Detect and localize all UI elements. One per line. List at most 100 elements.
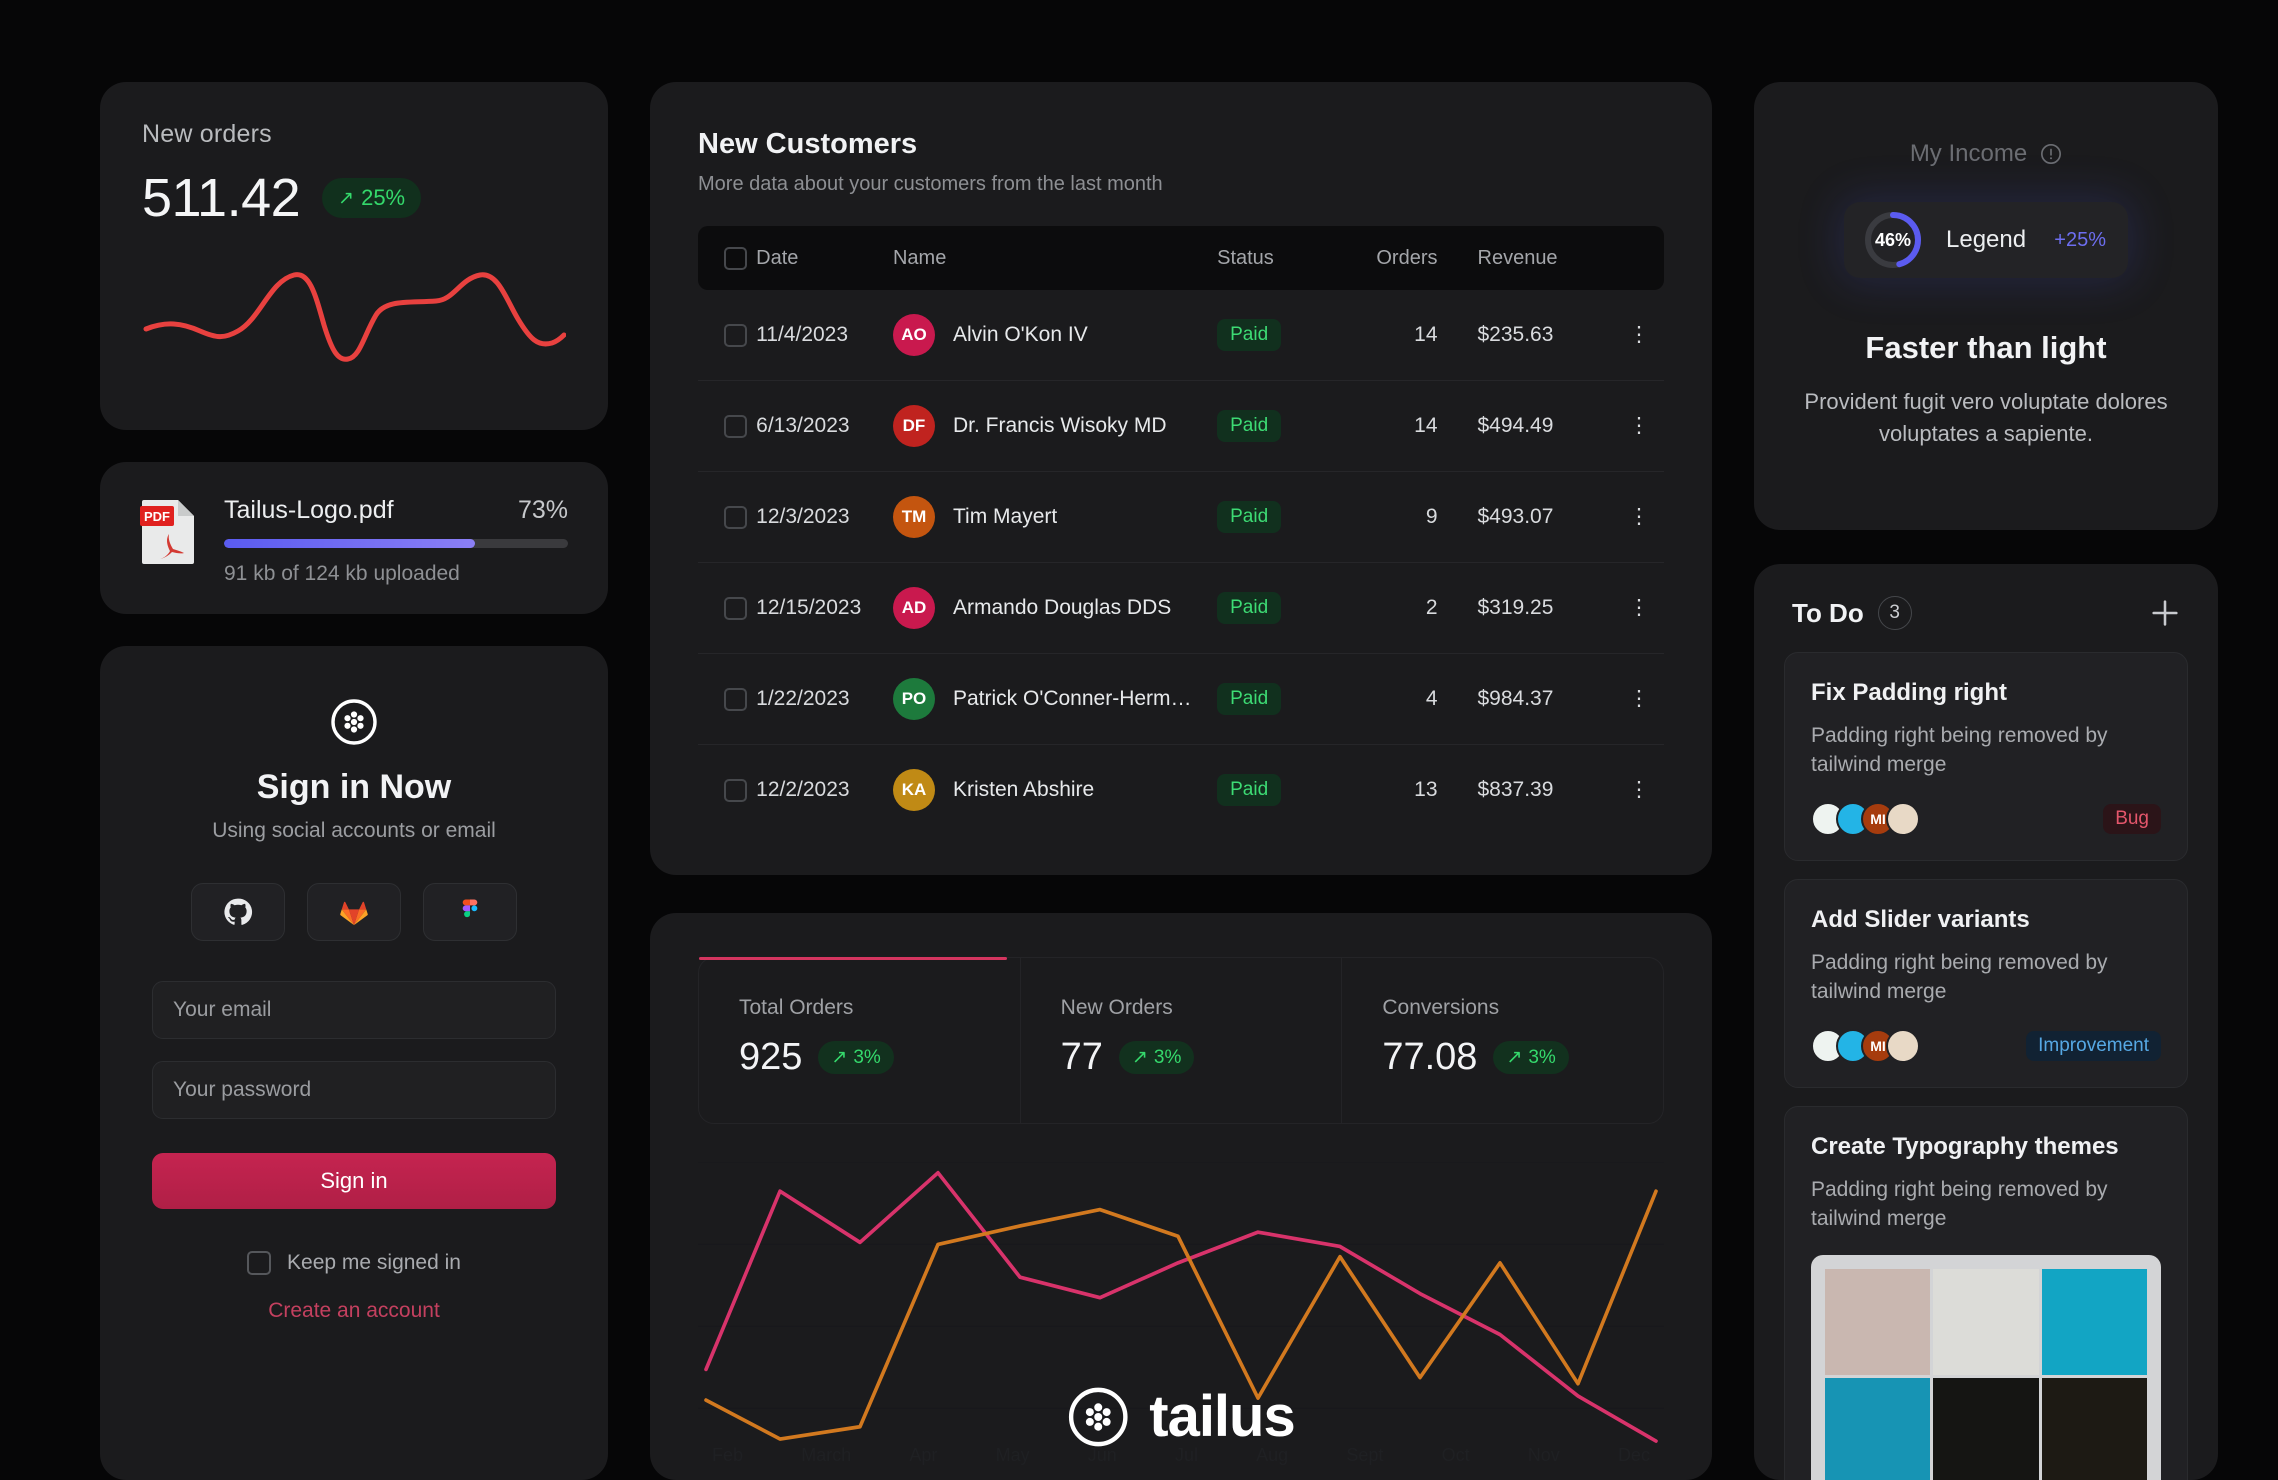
gallery-image[interactable] — [1933, 1377, 2039, 1480]
row-checkbox[interactable] — [724, 596, 747, 620]
month-tick-label: Apr — [909, 1445, 938, 1465]
table-row[interactable]: 11/4/2023 AO Alvin O'Kon IV Paid 14 $235.63 ⋮ — [698, 290, 1664, 381]
assignee-avatar-stack[interactable]: MI — [1811, 1028, 1920, 1063]
stat-label: New Orders — [1060, 996, 1173, 1019]
row-select-cell[interactable] — [698, 472, 756, 563]
kebab-menu-icon[interactable]: ⋮ — [1614, 290, 1664, 381]
dashboard-root: New orders 511.42 ↗ 25% PDF Tailus-Logo.… — [0, 0, 2278, 1480]
file-upload-card: PDF Tailus-Logo.pdf 73% 91 kb of 124 kb … — [100, 462, 608, 614]
kebab-menu-icon[interactable]: ⋮ — [1614, 654, 1664, 745]
month-tick-label: Oct — [1441, 1445, 1470, 1465]
kebab-menu-icon[interactable]: ⋮ — [1614, 563, 1664, 654]
create-account-link[interactable]: Create an account — [268, 1299, 440, 1323]
row-select-cell[interactable] — [698, 290, 756, 381]
income-description: Provident fugit vero voluptate dolores v… — [1804, 389, 2168, 446]
todo-item[interactable]: Add Slider variants Padding right being r… — [1784, 878, 2188, 1088]
row-checkbox[interactable] — [724, 778, 747, 802]
kebab-menu-icon[interactable]: ⋮ — [1614, 472, 1664, 563]
gallery-image[interactable] — [1825, 1269, 1931, 1375]
row-select-cell[interactable] — [698, 381, 756, 472]
stat-delta-value: 3% — [853, 1046, 881, 1068]
column-header-revenue[interactable]: Revenue — [1478, 226, 1615, 290]
stat-label: Conversions — [1382, 996, 1500, 1019]
todo-item-title: Fix Padding right — [1811, 679, 2007, 706]
row-select-cell[interactable] — [698, 563, 756, 654]
avatar: AD — [892, 587, 935, 629]
stat-delta-badge: ↗ 3% — [818, 1041, 894, 1074]
email-field[interactable] — [152, 981, 556, 1039]
svg-text:PDF: PDF — [144, 509, 170, 524]
todo-item-title: Create Typography themes — [1811, 1132, 2119, 1160]
todo-item[interactable]: Create Typography themes Padding right be… — [1784, 1105, 2188, 1480]
row-checkbox[interactable] — [724, 414, 747, 438]
status-badge: Paid — [1217, 592, 1282, 624]
customer-name: Armando Douglas DDS — [952, 596, 1172, 619]
cell-name: PO Patrick O'Conner-Herma… — [892, 654, 1217, 745]
table-row[interactable]: 12/3/2023 TM Tim Mayert Paid 9 $493.07 ⋮ — [698, 472, 1664, 563]
table-row[interactable]: 12/2/2023 KA Kristen Abshire Paid 13 $837.39 ⋮ — [698, 745, 1664, 836]
customer-name: Kristen Abshire — [952, 778, 1095, 801]
avatar: TM — [892, 496, 935, 538]
stat-delta-value: 3% — [1153, 1046, 1182, 1068]
assignee-avatar-stack[interactable]: MI — [1811, 801, 1920, 836]
kebab-menu-icon[interactable]: ⋮ — [1614, 745, 1664, 836]
sign-in-button[interactable]: Sign in — [152, 1153, 556, 1209]
customer-name: Tim Mayert — [952, 505, 1058, 528]
cell-orders: 9 — [1425, 505, 1438, 528]
todo-item-description: Padding right being removed by tailwind … — [1811, 950, 2108, 1004]
gitlab-signin-button[interactable] — [307, 883, 401, 941]
column-header-name[interactable]: Name — [893, 226, 1217, 290]
income-delta-label: +25% — [2054, 228, 2106, 251]
month-tick-label: Nov — [1527, 1445, 1560, 1465]
gallery-image[interactable] — [2041, 1377, 2148, 1480]
keep-signed-in-checkbox[interactable] — [247, 1251, 272, 1275]
income-donut-percent: 46% — [1874, 229, 1912, 250]
select-all-header[interactable] — [698, 226, 756, 290]
column-header-orders[interactable]: Orders — [1356, 226, 1478, 290]
github-signin-button[interactable] — [191, 883, 285, 941]
column-header-date[interactable]: Date — [756, 226, 893, 290]
cell-revenue: $494.49 — [1477, 414, 1554, 437]
info-circle-icon[interactable] — [2040, 143, 2062, 165]
row-checkbox[interactable] — [724, 505, 747, 529]
table-header-row: Date Name Status Orders Revenue — [698, 226, 1664, 290]
row-checkbox[interactable] — [724, 687, 747, 711]
cell-orders: 4 — [1425, 687, 1438, 710]
keep-signed-in-row[interactable]: Keep me signed in — [247, 1251, 461, 1275]
table-row[interactable]: 1/22/2023 PO Patrick O'Conner-Herma… Paid 4 $… — [698, 654, 1664, 745]
cell-name: KA Kristen Abshire — [892, 745, 1217, 836]
stat-cell: Total Orders 925 ↗ 3% — [699, 958, 1021, 1123]
avatar: KA — [892, 769, 935, 811]
orders-chart-wrap: Feb March Apr May Jun Jul Aug Sept Oct Nov Dec tai… — [698, 1142, 1664, 1480]
trend-up-icon: ↗ — [1131, 1047, 1148, 1068]
row-select-cell[interactable] — [698, 745, 756, 836]
my-income-label: My Income — [1909, 140, 2028, 167]
trend-up-icon: ↗ — [1506, 1047, 1523, 1068]
stat-delta-badge: ↗ 3% — [1118, 1041, 1195, 1074]
month-tick-label: Dec — [1617, 1445, 1650, 1465]
gallery-image[interactable] — [1825, 1377, 1931, 1480]
table-row[interactable]: 12/15/2023 AD Armando Douglas DDS Paid 2 $319… — [698, 563, 1664, 654]
file-upload-header: Tailus-Logo.pdf 73% — [224, 496, 568, 525]
plus-icon[interactable] — [2148, 596, 2182, 630]
new-customers-card: New Customers More data about your custo… — [650, 82, 1712, 875]
password-field[interactable] — [152, 1061, 556, 1119]
upload-progress-fill — [224, 539, 476, 548]
figma-signin-button[interactable] — [423, 883, 517, 941]
analytics-card: Total Orders 925 ↗ 3% New Orders 77 ↗ 3% Convers… — [650, 913, 1712, 1480]
table-row[interactable]: 6/13/2023 DF Dr. Francis Wisoky MD Paid 14 $4… — [698, 381, 1664, 472]
cell-revenue: $493.07 — [1477, 505, 1554, 528]
kebab-menu-icon[interactable]: ⋮ — [1614, 381, 1664, 472]
cell-revenue: $319.25 — [1477, 596, 1554, 619]
avatar: PO — [892, 678, 935, 720]
row-checkbox[interactable] — [724, 323, 747, 347]
column-header-status[interactable]: Status — [1217, 226, 1356, 290]
gallery-image[interactable] — [1933, 1269, 2039, 1375]
income-donut-chart: 46% — [1862, 209, 1924, 271]
tailus-logo-icon — [1068, 1387, 1128, 1446]
select-all-checkbox[interactable] — [724, 246, 747, 270]
row-select-cell[interactable] — [698, 654, 756, 745]
todo-item[interactable]: Fix Padding right Padding right being rem… — [1784, 652, 2188, 861]
stat-cell: Conversions 77.08 ↗ 3% — [1342, 958, 1663, 1123]
gallery-image[interactable] — [2041, 1269, 2148, 1375]
